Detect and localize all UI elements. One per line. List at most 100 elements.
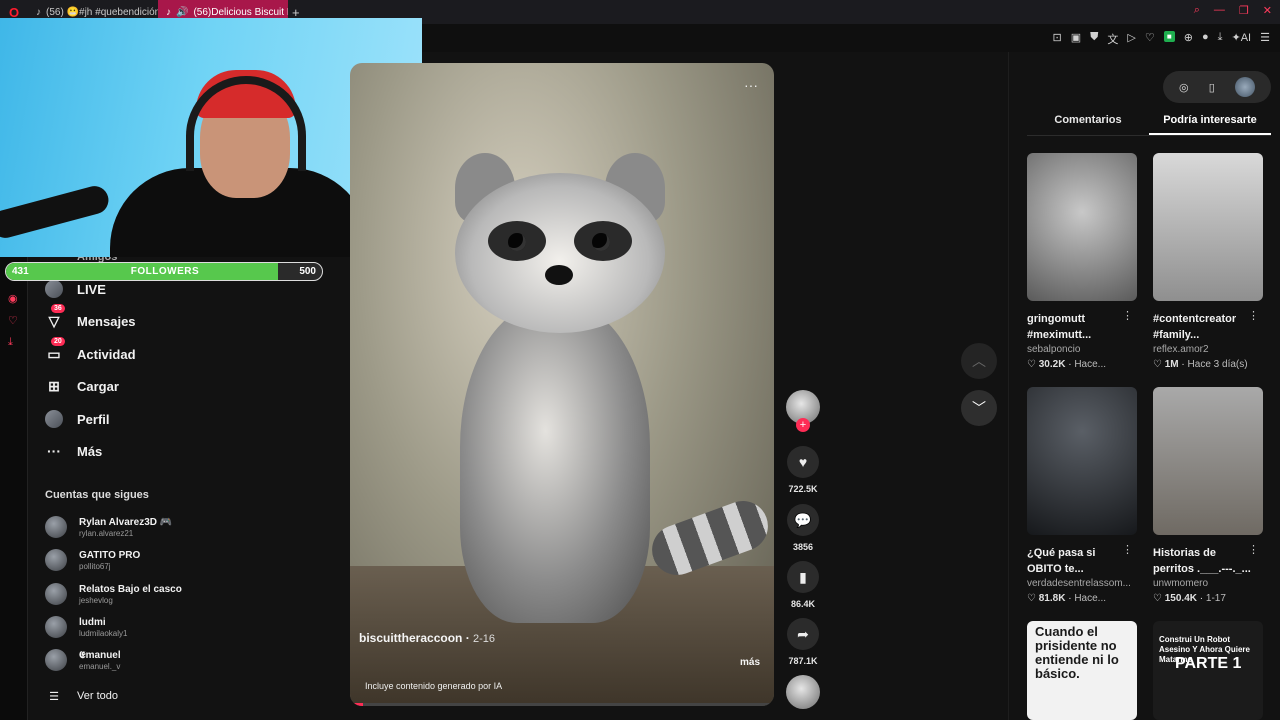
card-options-icon[interactable]: ⋮ <box>1122 543 1133 556</box>
search-icon[interactable]: ⌕ <box>1194 4 1200 17</box>
video-options-button[interactable]: ··· <box>744 77 758 93</box>
minimize-icon[interactable]: — <box>1214 4 1225 17</box>
card-options-icon[interactable]: ⋮ <box>1248 543 1259 556</box>
following-title: Cuentas que sigues <box>45 489 149 501</box>
close-icon[interactable]: ✕ <box>1263 4 1272 17</box>
video-thumbnail[interactable] <box>1153 387 1263 535</box>
comment-action[interactable]: 💬 3856 <box>784 504 822 552</box>
video-author[interactable]: biscuittheraccoon · 2-16 <box>359 631 495 645</box>
video-thumbnail[interactable]: Cuando el prisidente no entiende ni lo b… <box>1027 621 1137 720</box>
nav-item-label: Mensajes <box>77 313 136 329</box>
following-name: ludmi <box>79 616 106 628</box>
avatar <box>45 616 67 638</box>
see-all-button[interactable]: ☰ Ver todo <box>45 687 118 705</box>
card-time: Hace... <box>1074 359 1107 370</box>
suggested-video-card[interactable]: Historias de perritos .___.---._... ⋮ un… <box>1153 387 1263 604</box>
chevron-down-icon: ﹀ <box>972 400 986 416</box>
following-item[interactable]: GATITO PRO pollito67j <box>45 549 140 571</box>
raccoon-image <box>430 153 774 623</box>
video-progress-fill <box>350 703 363 706</box>
following-item[interactable]: Relatos Bajo el casco jeshevlog <box>45 583 182 605</box>
download-icon[interactable]: ⤓ <box>1218 31 1223 47</box>
heart-icon[interactable]: ♡ <box>1145 31 1155 47</box>
video-thumbnail[interactable]: Construi Un Robot Asesino Y Ahora Quiere… <box>1153 621 1263 720</box>
nav-item-messages[interactable]: ▽ 36 Mensajes <box>45 304 136 330</box>
upload-icon: ⊞ <box>48 377 60 394</box>
message-icon: ▽ 36 <box>45 304 65 330</box>
card-likes: 81.8K <box>1038 593 1066 604</box>
followers-goal-bar: FOLLOWERS 431 500 <box>5 262 323 281</box>
creator-avatar[interactable]: + <box>786 390 820 432</box>
heart-icon[interactable]: ♥ <box>787 446 819 478</box>
compass-icon[interactable]: ◎ <box>1179 81 1189 94</box>
share-count: 787.1K <box>788 656 818 666</box>
following-username: emanuel._v <box>79 661 121 671</box>
panel-tabs: Comentarios Podría interesarte <box>1027 112 1271 136</box>
video-thumbnail[interactable] <box>1027 153 1137 301</box>
following-item[interactable]: 𝕰manuel emanuel._v <box>45 649 121 671</box>
pin-icon[interactable]: ⊡ <box>1053 31 1062 47</box>
follow-plus-icon[interactable]: + <box>796 418 810 432</box>
suggested-video-card[interactable]: Cuando el prisidente no entiende ni lo b… <box>1027 621 1137 720</box>
followers-current: 431 <box>12 266 29 277</box>
nav-item-more[interactable]: ··· Más <box>45 442 102 460</box>
record-icon[interactable]: ◉ <box>8 292 18 305</box>
video-player[interactable]: ··· biscuittheraccoon · 2-16 más Incluye… <box>350 63 774 706</box>
suggested-video-card[interactable]: ¿Qué pasa si OBITO te... ⋮ verdadesentre… <box>1027 387 1137 604</box>
ai-icon[interactable]: ✦AI <box>1232 31 1252 47</box>
like-count: 722.5K <box>788 484 818 494</box>
maximize-icon[interactable]: ❐ <box>1239 4 1249 17</box>
video-thumbnail[interactable] <box>1153 153 1263 301</box>
tab-comments[interactable]: Comentarios <box>1027 112 1149 135</box>
sound-avatar[interactable] <box>786 675 820 709</box>
extension-bar: ⊡ ▣ ⛊ 文 ▷ ♡ ■ ⊕ ● ⤓ ✦AI ☰ <box>1053 31 1270 47</box>
card-options-icon[interactable]: ⋮ <box>1122 309 1133 322</box>
save-action[interactable]: ▮ 86.4K <box>784 561 822 609</box>
nav-item-activity[interactable]: ▭ 20 Actividad <box>45 337 136 363</box>
speaker-icon: 🔊 <box>176 6 189 18</box>
right-panel: ◎ ▯ Comentarios Podría interesarte gring… <box>1008 52 1280 720</box>
nav-item-label: Perfil <box>77 411 110 427</box>
tab-suggestions[interactable]: Podría interesarte <box>1149 112 1271 135</box>
user-avatar[interactable] <box>1234 77 1255 97</box>
shield-icon[interactable]: ⛊ <box>1090 31 1098 47</box>
suggested-video-card[interactable]: gringomutt #meximutt... ⋮ sebalponcio ♡ … <box>1027 153 1137 370</box>
translate-icon[interactable]: 文 <box>1107 31 1118 47</box>
more-link[interactable]: más <box>740 657 760 668</box>
card-likes: 1M <box>1164 359 1179 370</box>
share-icon[interactable]: ➦ <box>787 618 819 650</box>
video-progress-bar[interactable] <box>350 703 774 706</box>
card-options-icon[interactable]: ⋮ <box>1248 309 1259 322</box>
following-username: ludmilaokaly1 <box>79 628 128 638</box>
phone-icon[interactable]: ▯ <box>1209 81 1215 94</box>
nav-item-upload[interactable]: ⊞ Cargar <box>45 377 119 395</box>
nav-item-profile[interactable]: Perfil <box>45 410 110 428</box>
share-action[interactable]: ➦ 787.1K <box>784 618 822 666</box>
extension-green-icon[interactable]: ■ <box>1163 31 1175 42</box>
suggested-video-card[interactable]: Construi Un Robot Asesino Y Ahora Quiere… <box>1153 621 1263 720</box>
screenshot-icon[interactable]: ▣ <box>1071 31 1081 47</box>
play-icon[interactable]: ▷ <box>1127 31 1135 47</box>
following-username: jeshevlog <box>79 595 113 605</box>
top-right-controls: ◎ ▯ <box>1163 71 1271 103</box>
following-item[interactable]: Rylan Alvarez3D 🎮 rylan.alvarez21 <box>45 516 172 538</box>
video-thumbnail[interactable] <box>1027 387 1137 535</box>
menu-icon[interactable]: ☰ <box>1260 31 1270 47</box>
download-icon[interactable]: ⤓ <box>8 336 13 349</box>
next-video-button[interactable]: ﹀ <box>961 390 997 426</box>
puzzle-icon[interactable]: ⊕ <box>1184 31 1193 47</box>
previous-video-button[interactable]: ︿ <box>961 343 997 379</box>
nav-item-live[interactable]: LIVE <box>45 280 106 298</box>
like-action[interactable]: ♥ 722.5K <box>784 446 822 494</box>
save-count: 86.4K <box>790 599 816 609</box>
nav-item-label: Más <box>77 443 103 459</box>
profile-icon[interactable]: ● <box>1202 31 1209 47</box>
card-caption: Historias de perritos .___.---._... <box>1153 547 1251 575</box>
following-item[interactable]: ludmi ludmilaokaly1 <box>45 616 127 638</box>
microphone <box>0 182 112 242</box>
bookmark-icon[interactable]: ▮ <box>787 561 819 593</box>
comment-icon[interactable]: 💬 <box>787 504 819 536</box>
heart-icon[interactable]: ♡ <box>8 314 18 327</box>
suggested-video-card[interactable]: #contentcreator #family... ⋮ reflex.amor… <box>1153 153 1263 370</box>
more-icon: ··· <box>47 443 61 459</box>
